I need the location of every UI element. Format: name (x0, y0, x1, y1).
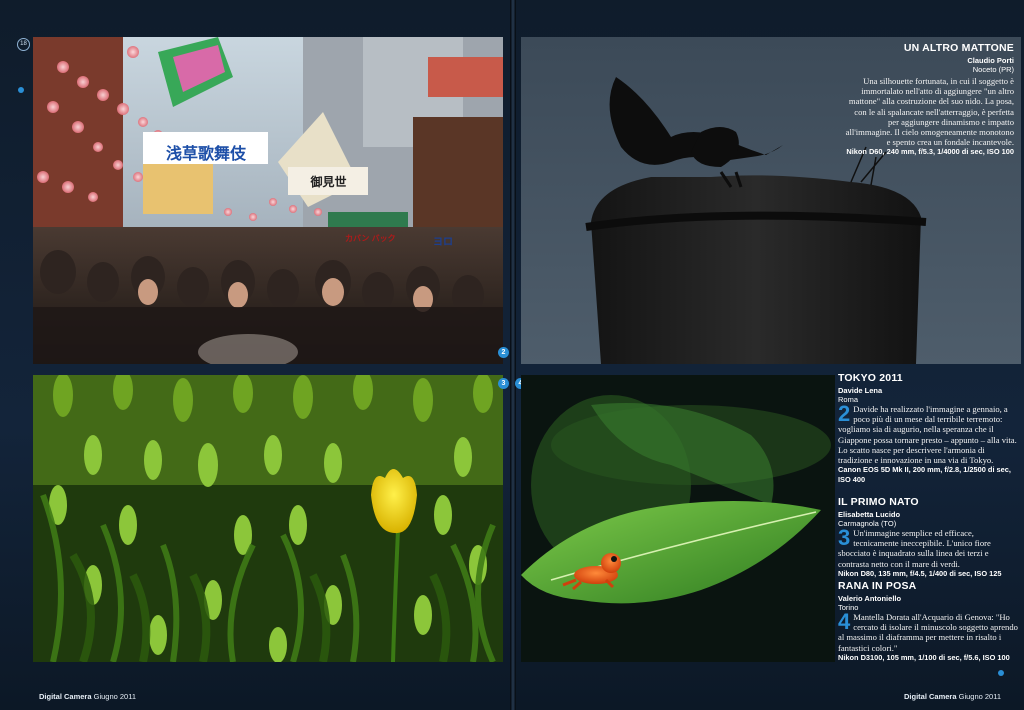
caption-specs: Nikon D3100, 105 mm, 1/100 di sec, f/5.6… (838, 652, 1010, 662)
caption-tokyo-2011: TOKYO 2011 Davide Lena Roma 2 Davide ha … (838, 372, 1020, 485)
sign-shop: 御見世 (310, 175, 347, 189)
bullet-dot-icon (18, 87, 24, 93)
sign-asakusa: 浅草歌舞伎 (165, 146, 246, 163)
footer-left: Digital Camera Giugno 2011 (39, 692, 136, 701)
spine-gutter (510, 0, 516, 710)
caption-author: Davide Lena (838, 386, 883, 395)
caption-place: Noceto (PR) (972, 65, 1014, 74)
footer-issue: Giugno 2011 (91, 692, 137, 701)
caption-place: Carmagnola (TO) (838, 519, 897, 528)
caption-number: 4 (838, 609, 851, 634)
footer-magazine: Digital Camera (39, 692, 92, 701)
photo-tokyo-street: 浅草歌舞伎 御見世 カバン バック ヨロ (33, 37, 503, 364)
photo-number-badge: 2 (498, 347, 509, 358)
caption-number: 2 (838, 401, 851, 426)
photo-frog-on-leaf (521, 375, 835, 662)
page-number-left: 18 (17, 38, 30, 51)
sign-bag: カバン バック (345, 234, 396, 243)
caption-title: UN ALTRO MATTONE (903, 42, 1014, 54)
caption-author: Elisabetta Lucido (838, 510, 901, 519)
photo-tulip-field (33, 375, 503, 662)
caption-author: Valerio Antoniello (838, 594, 902, 603)
caption-body: Davide ha realizzato l'immagine a gennai… (838, 404, 1017, 466)
bullet-dot-icon (998, 670, 1004, 676)
caption-title: RANA IN POSA (838, 580, 917, 592)
caption-number: 3 (838, 525, 851, 550)
caption-author: Claudio Porti (967, 56, 1014, 65)
caption-specs: Canon EOS 5D Mk II, 200 mm, f/2.8, 1/250… (838, 465, 1011, 485)
caption-un-altro-mattone: UN ALTRO MATTONE Claudio Porti Noceto (P… (844, 42, 1014, 157)
caption-place: Roma (838, 395, 859, 404)
caption-place: Torino (838, 603, 859, 612)
footer-issue: Giugno 2011 (956, 692, 1002, 701)
caption-rana-in-posa: RANA IN POSA Valerio Antoniello Torino 4… (838, 580, 1020, 663)
caption-title: TOKYO 2011 (838, 372, 903, 384)
caption-specs: Nikon D60, 240 mm, f/5.3, 1/4000 di sec,… (846, 147, 1014, 157)
footer-magazine: Digital Camera (904, 692, 957, 701)
photo-number-badge: 3 (498, 378, 509, 389)
caption-il-primo-nato: IL PRIMO NATO Elisabetta Lucido Carmagno… (838, 496, 1020, 579)
caption-specs: Nikon D80, 135 mm, f/4.5, 1/400 di sec, … (838, 568, 1002, 578)
sign-yoro: ヨロ (433, 237, 453, 248)
footer-right: Digital Camera Giugno 2011 (904, 692, 1001, 701)
caption-title: IL PRIMO NATO (838, 496, 919, 508)
caption-body: Una silhouette fortunata, in cui il sogg… (845, 76, 1014, 148)
caption-body: Un'immagine semplice ed efficace, tecnic… (838, 528, 991, 569)
caption-body: Mantella Dorata all'Acquario di Genova: … (838, 612, 1018, 653)
